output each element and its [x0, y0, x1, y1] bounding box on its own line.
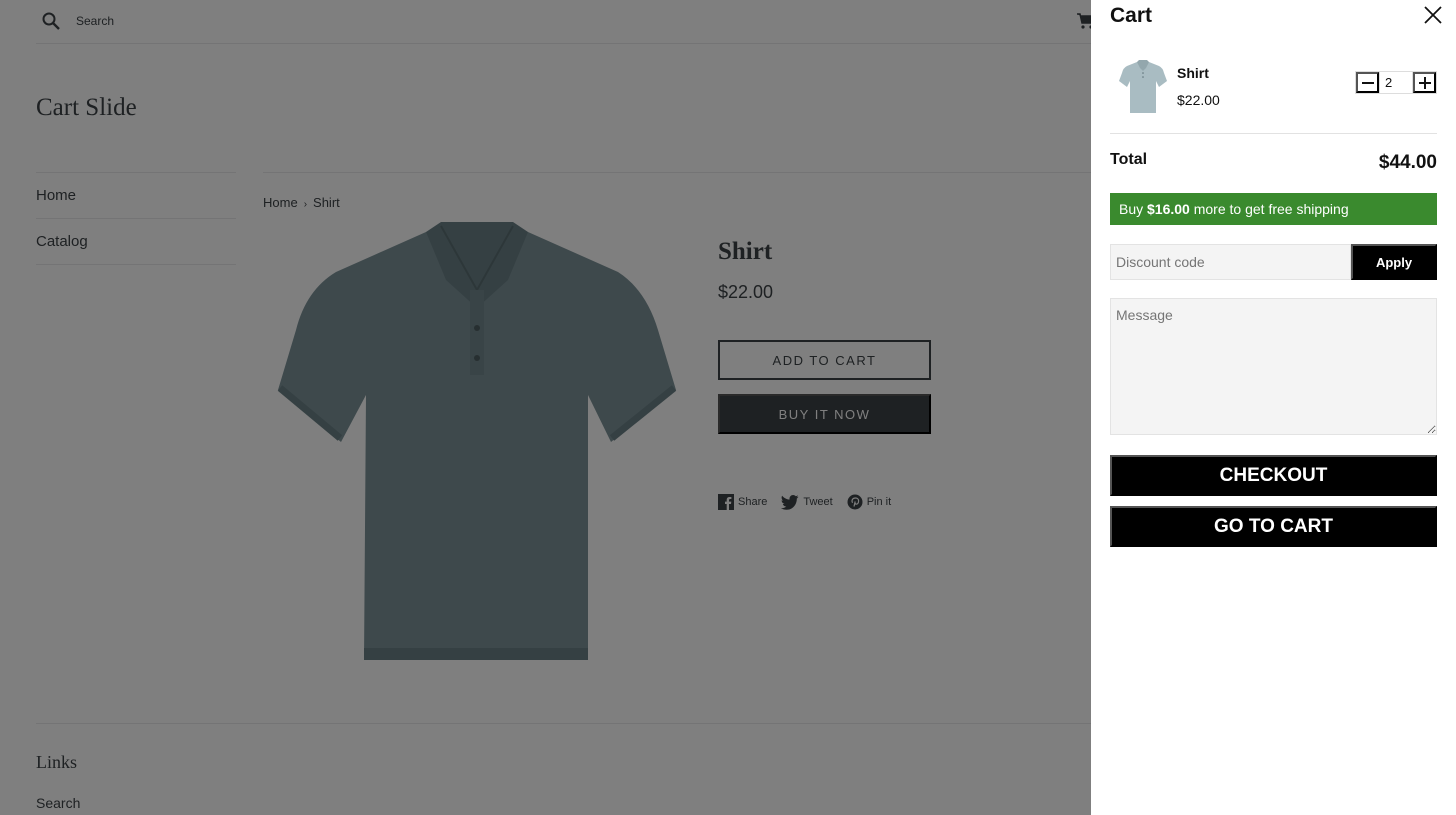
- quantity-input[interactable]: 2: [1379, 72, 1413, 93]
- shipping-amount: $16.00: [1147, 201, 1190, 217]
- go-to-cart-button[interactable]: GO TO CART: [1110, 506, 1437, 547]
- free-shipping-banner: Buy $16.00 more to get free shipping: [1110, 193, 1437, 225]
- cart-item-thumbnail[interactable]: [1119, 60, 1167, 114]
- cart-item-name[interactable]: Shirt: [1177, 65, 1209, 81]
- quantity-increase-button[interactable]: [1413, 72, 1436, 93]
- cart-divider: [1110, 133, 1437, 134]
- shipping-suffix: more to get free shipping: [1193, 201, 1349, 217]
- apply-discount-button[interactable]: Apply: [1351, 244, 1437, 280]
- total-label: Total: [1110, 151, 1148, 168]
- minus-icon: [1361, 81, 1374, 84]
- message-field[interactable]: [1110, 298, 1437, 435]
- discount-code-input[interactable]: [1110, 244, 1351, 280]
- quantity-stepper: 2: [1355, 71, 1437, 94]
- total-value: $44.00: [1378, 152, 1437, 173]
- quantity-decrease-button[interactable]: [1356, 72, 1379, 93]
- cart-title: Cart: [1110, 4, 1153, 27]
- cart-item-price: $22.00: [1177, 92, 1220, 108]
- close-icon[interactable]: [1422, 4, 1444, 26]
- checkout-button[interactable]: CHECKOUT: [1110, 455, 1437, 496]
- plus-icon: [1418, 76, 1431, 89]
- shipping-prefix: Buy: [1119, 201, 1144, 217]
- cart-drawer: Cart Shirt $22.00 2 Total $44.00 Buy $16…: [1091, 0, 1456, 815]
